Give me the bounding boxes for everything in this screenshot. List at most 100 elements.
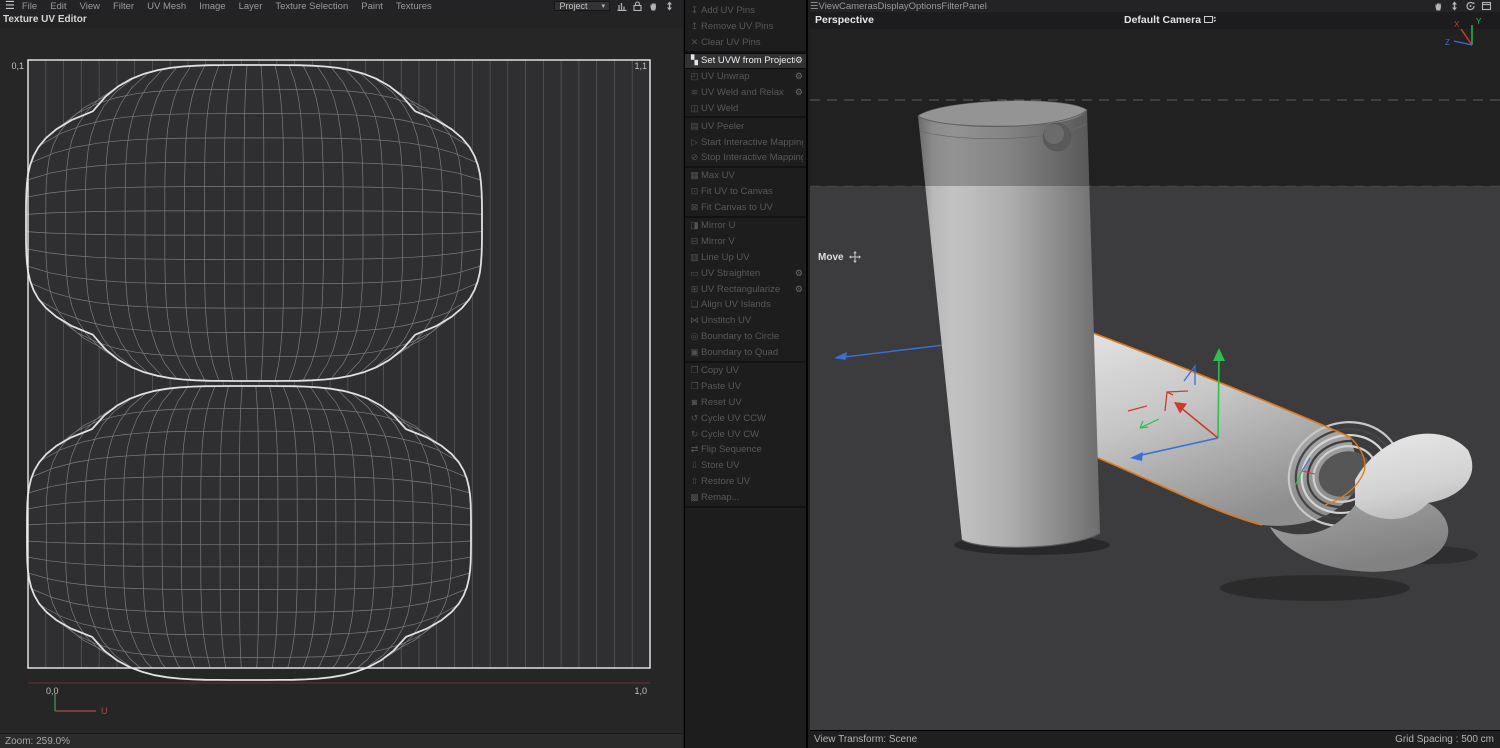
menu-display[interactable]: Display: [878, 1, 909, 12]
command-store-uv[interactable]: ⇩Store UV: [685, 458, 806, 474]
menu-paint[interactable]: Paint: [361, 1, 383, 12]
command-set-uvw-from-projection[interactable]: ▚Set UVW from Projection⚙: [685, 53, 806, 69]
menu-texture-selection[interactable]: Texture Selection: [275, 1, 348, 12]
menu-layer[interactable]: Layer: [239, 1, 263, 12]
command-mirror-u[interactable]: ◨Mirror U: [685, 218, 806, 234]
command-align-uv-islands[interactable]: ❏Align UV Islands: [685, 297, 806, 313]
command-label: UV Rectangularize: [701, 284, 795, 295]
svg-text:1,0: 1,0: [634, 686, 647, 696]
command-label: Boundary to Circle: [701, 331, 803, 342]
updown-arrow-icon[interactable]: [664, 1, 675, 11]
command-uv-weld[interactable]: ◫UV Weld: [685, 100, 806, 116]
project-dropdown-label: Project: [559, 1, 587, 11]
mirror-u-icon: ◨: [688, 220, 701, 231]
command-add-uv-pins[interactable]: ↧Add UV Pins: [685, 3, 806, 19]
tool-label: Move: [818, 252, 844, 263]
command-group-6: ❐Copy UV❒Paste UV◙Reset UV↺Cycle UV CCW↻…: [685, 363, 806, 508]
command-remove-uv-pins[interactable]: ↥Remove UV Pins: [685, 19, 806, 35]
command-unstitch-uv[interactable]: ⋈Unstitch UV: [685, 313, 806, 329]
command-stop-interactive-mapping[interactable]: ⊘Stop Interactive Mapping: [685, 150, 806, 166]
menu-uv-mesh[interactable]: UV Mesh: [147, 1, 186, 12]
camera-selector[interactable]: Default Camera: [1124, 14, 1216, 26]
menu-view[interactable]: View: [819, 1, 839, 12]
uv-canvas[interactable]: 0,11,10,01,0U: [0, 0, 683, 748]
command-label: Restore UV: [701, 476, 803, 487]
command-flip-sequence[interactable]: ⇄Flip Sequence: [685, 442, 806, 458]
gear-icon[interactable]: ⚙: [795, 71, 803, 82]
menu-filter[interactable]: Filter: [113, 1, 134, 12]
align-islands-icon: ❏: [688, 299, 701, 310]
command-remap[interactable]: ▩Remap...: [685, 490, 806, 506]
hand-icon[interactable]: [648, 1, 659, 11]
command-uv-weld-and-relax[interactable]: ≋UV Weld and Relax⚙: [685, 84, 806, 100]
histogram-icon[interactable]: [616, 1, 627, 11]
uv-command-panel: ↧Add UV Pins↥Remove UV Pins✕Clear UV Pin…: [684, 0, 808, 748]
stop-icon: ⊘: [688, 152, 701, 163]
command-fit-uv-to-canvas[interactable]: ⊡Fit UV to Canvas: [685, 184, 806, 200]
gear-icon[interactable]: ⚙: [795, 268, 803, 279]
gear-icon[interactable]: ⚙: [795, 284, 803, 295]
command-uv-rectangularize[interactable]: ⊞UV Rectangularize⚙: [685, 281, 806, 297]
command-boundary-to-circle[interactable]: ◎Boundary to Circle: [685, 329, 806, 345]
paste-icon: ❒: [688, 381, 701, 392]
gear-icon[interactable]: ⚙: [795, 87, 803, 98]
command-copy-uv[interactable]: ❐Copy UV: [685, 363, 806, 379]
panel-icon[interactable]: [1481, 1, 1492, 11]
command-start-interactive-mapping[interactable]: ▷Start Interactive Mapping: [685, 134, 806, 150]
fit-uv-canvas-icon: ⊡: [688, 186, 701, 197]
command-boundary-to-quad[interactable]: ▣Boundary to Quad: [685, 345, 806, 361]
active-tool-indicator: Move: [818, 251, 861, 263]
command-restore-uv[interactable]: ⇧Restore UV: [685, 474, 806, 490]
move-tool-icon: [849, 251, 861, 263]
viewport-header: Perspective Default Camera: [810, 12, 1500, 29]
command-cycle-uv-ccw[interactable]: ↺Cycle UV CCW: [685, 410, 806, 426]
gear-icon[interactable]: ⚙: [795, 55, 803, 66]
rotate-icon[interactable]: [1465, 1, 1476, 11]
command-uv-peeler[interactable]: ▤UV Peeler: [685, 118, 806, 134]
svg-text:1,1: 1,1: [634, 61, 647, 71]
lock-icon[interactable]: [632, 1, 643, 11]
command-mirror-v[interactable]: ⊟Mirror V: [685, 233, 806, 249]
command-label: Set UVW from Projection: [701, 55, 795, 66]
clear-pins-icon: ✕: [688, 37, 701, 48]
viewport-3d[interactable]: YXZ: [810, 0, 1500, 748]
command-label: Store UV: [701, 460, 803, 471]
command-max-uv[interactable]: ▦Max UV: [685, 168, 806, 184]
menu-edit[interactable]: Edit: [50, 1, 66, 12]
command-label: Paste UV: [701, 381, 803, 392]
command-label: Cycle UV CCW: [701, 413, 803, 424]
command-label: UV Weld and Relax: [701, 87, 795, 98]
viewport-statusbar: View Transform: Scene Grid Spacing : 500…: [810, 730, 1500, 748]
command-cycle-uv-cw[interactable]: ↻Cycle UV CW: [685, 426, 806, 442]
command-label: Copy UV: [701, 365, 803, 376]
command-clear-uv-pins[interactable]: ✕Clear UV Pins: [685, 35, 806, 51]
menu-cameras[interactable]: Cameras: [839, 1, 878, 12]
menu-file[interactable]: File: [22, 1, 37, 12]
camera-swap-icon: [1204, 15, 1216, 25]
command-paste-uv[interactable]: ❒Paste UV: [685, 378, 806, 394]
menu-options[interactable]: Options: [909, 1, 942, 12]
view-label[interactable]: Perspective: [815, 14, 874, 26]
menu-textures[interactable]: Textures: [396, 1, 432, 12]
command-uv-straighten[interactable]: ▭UV Straighten⚙: [685, 265, 806, 281]
reset-icon: ◙: [688, 397, 701, 407]
zoom-status: Zoom: 259.0%: [0, 733, 683, 748]
updown-arrow-icon[interactable]: [1449, 1, 1460, 11]
menu-image[interactable]: Image: [199, 1, 225, 12]
menu-panel[interactable]: Panel: [963, 1, 987, 12]
hand-icon[interactable]: [1433, 1, 1444, 11]
command-label: Clear UV Pins: [701, 37, 803, 48]
chevron-down-icon: ▾: [601, 2, 605, 10]
hamburger-menu-icon[interactable]: ☰: [810, 1, 819, 12]
hamburger-menu-icon[interactable]: ☰: [5, 1, 15, 11]
command-fit-canvas-to-uv[interactable]: ⊠Fit Canvas to UV: [685, 200, 806, 216]
command-uv-unwrap[interactable]: ◰UV Unwrap⚙: [685, 69, 806, 85]
menu-view[interactable]: View: [80, 1, 100, 12]
grid-spacing-status: Grid Spacing : 500 cm: [1395, 731, 1494, 748]
command-label: Max UV: [701, 170, 803, 181]
command-line-up-uv[interactable]: ▥Line Up UV: [685, 249, 806, 265]
project-dropdown[interactable]: Project ▾: [554, 1, 610, 11]
menu-filter[interactable]: Filter: [941, 1, 962, 12]
command-reset-uv[interactable]: ◙Reset UV: [685, 394, 806, 410]
command-label: Stop Interactive Mapping: [701, 152, 803, 163]
